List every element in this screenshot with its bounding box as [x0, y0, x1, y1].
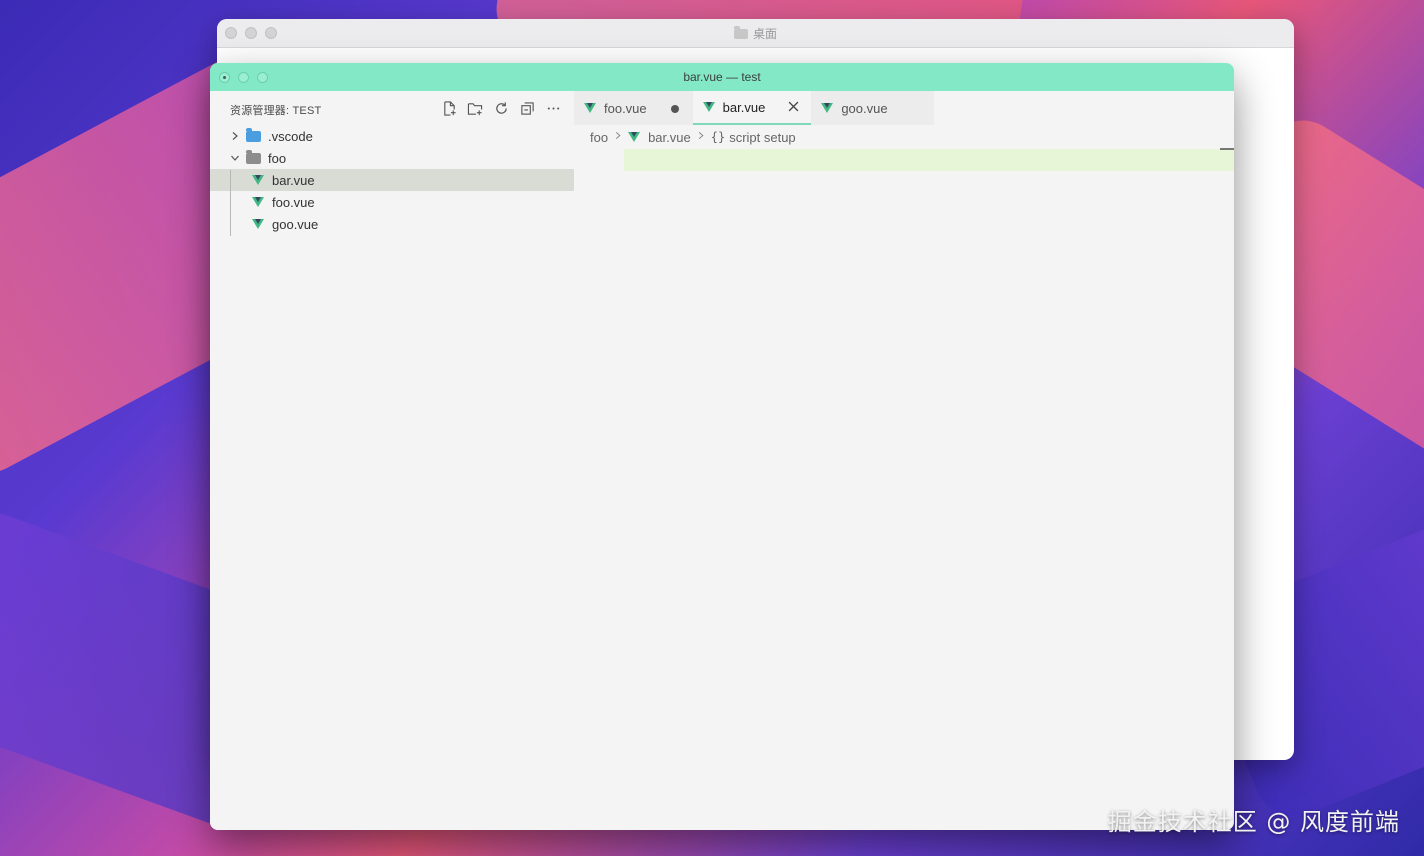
close-icon[interactable]	[785, 100, 801, 115]
vue-file-icon	[584, 103, 596, 113]
breadcrumb-symbol[interactable]: script setup	[729, 130, 795, 145]
braces-icon: {}	[710, 130, 726, 144]
vue-file-icon	[821, 103, 834, 113]
vue-file-icon	[252, 175, 264, 185]
breadcrumb: foo bar.vue {} script setup	[574, 125, 1234, 149]
tab-bar-vue[interactable]: bar.vue	[692, 91, 812, 125]
chevron-down-icon	[228, 151, 242, 165]
tree-item-goo-vue[interactable]: goo.vue	[210, 213, 574, 235]
chevron-right-icon	[697, 131, 705, 143]
tree-item-foo[interactable]: foo	[210, 147, 574, 169]
tab-foo-vue[interactable]: foo.vue	[574, 91, 693, 125]
chevron-right-icon	[614, 131, 622, 143]
window-title: bar.vue — test	[683, 70, 761, 84]
tree-item-vscode[interactable]: .vscode	[210, 125, 574, 147]
watermark: 掘金技术社区 @ 风度前端	[1107, 808, 1400, 836]
breadcrumb-file[interactable]: bar.vue	[648, 130, 691, 145]
modified-dot-icon[interactable]	[667, 101, 683, 116]
explorer-title: 资源管理器: TEST	[230, 105, 322, 117]
more-icon[interactable]	[544, 99, 562, 117]
explorer-header: 资源管理器: TEST	[210, 91, 574, 125]
vscode-folder-icon	[246, 127, 261, 142]
tree-indent-guide	[230, 170, 231, 236]
chevron-right-icon	[228, 129, 242, 143]
vscode-window[interactable]: bar.vue — test 资源管理器: TEST .vscode foo b…	[210, 63, 1234, 830]
tab-label: foo.vue	[604, 100, 647, 116]
tab-goo-vue[interactable]: goo.vue	[811, 91, 934, 125]
tab-label: bar.vue	[722, 99, 766, 115]
vue-file-icon	[702, 102, 715, 112]
tree-item-label: foo	[268, 150, 287, 166]
tree-item-foo-vue[interactable]: foo.vue	[210, 191, 574, 213]
folder-icon	[733, 26, 748, 39]
tree-item-label: goo.vue	[272, 216, 319, 232]
overview-ruler-mark	[1220, 148, 1234, 150]
tree-item-label: foo.vue	[272, 194, 315, 210]
tab-label: goo.vue	[841, 100, 888, 116]
vue-file-icon	[628, 132, 641, 142]
refresh-icon[interactable]	[492, 99, 510, 117]
new-file-icon[interactable]	[440, 99, 458, 117]
explorer-actions	[440, 99, 562, 117]
tree-item-label: .vscode	[268, 128, 313, 144]
new-folder-icon[interactable]	[466, 99, 484, 117]
tree-item-label: bar.vue	[272, 172, 315, 188]
finder-titlebar[interactable]: 桌面	[217, 19, 1294, 48]
collapse-all-icon[interactable]	[518, 99, 536, 117]
vue-file-icon	[252, 197, 264, 207]
vscode-titlebar[interactable]: bar.vue — test	[210, 63, 1234, 91]
tree-item-bar-vue[interactable]: bar.vue	[210, 169, 574, 191]
current-line-highlight[interactable]	[624, 149, 1234, 171]
breadcrumb-folder[interactable]: foo	[590, 130, 608, 145]
vue-file-icon	[252, 219, 264, 229]
editor-tabs: foo.vue bar.vue goo.vue	[574, 91, 1234, 125]
file-tree: .vscode foo bar.vue foo.vue goo.vue	[210, 125, 574, 235]
folder-open-icon	[246, 149, 261, 164]
explorer-sidebar: 资源管理器: TEST .vscode foo bar.vue foo.vue …	[210, 91, 574, 830]
editor-area[interactable]: foo.vue bar.vue goo.vue foo bar.vue {} s…	[574, 91, 1234, 830]
finder-title: 桌面	[217, 25, 1294, 42]
